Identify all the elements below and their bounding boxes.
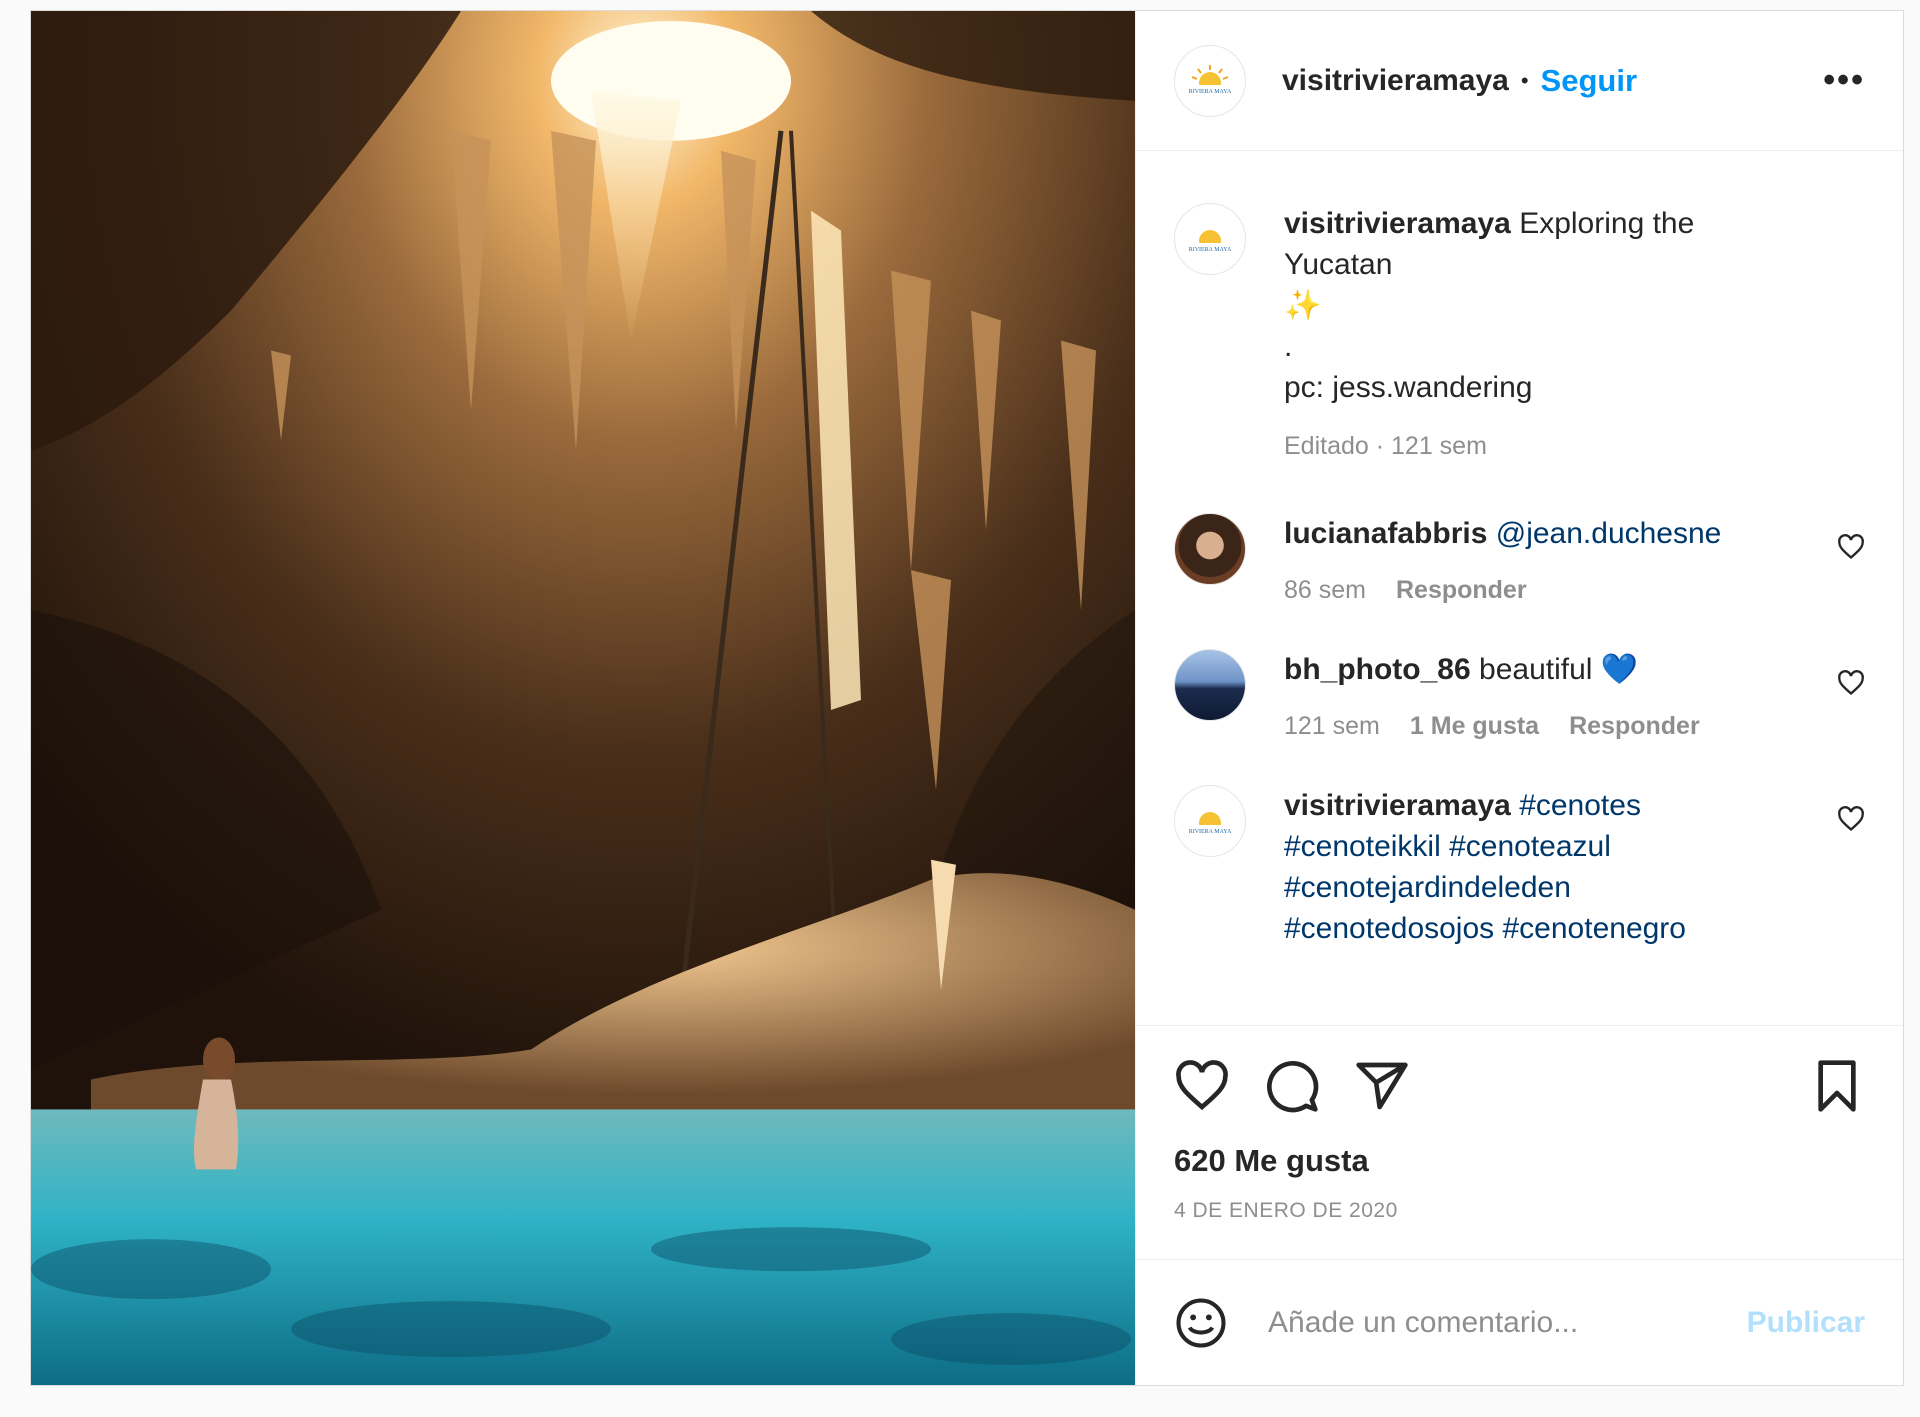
likes-count[interactable]: 620 Me gusta [1136,1143,1903,1179]
comment-body: visitrivieramaya #cenotes #cenoteikkil #… [1284,785,1865,949]
header-separator: • [1520,67,1529,93]
comment-meta: 86 sem Responder [1284,576,1805,605]
emoji-icon[interactable] [1174,1296,1228,1350]
add-comment-bar: Publicar [1136,1259,1903,1385]
comment-body: lucianafabbris @jean.duchesne 86 sem Res… [1284,513,1865,605]
bookmark-icon[interactable] [1809,1058,1865,1114]
hashtag[interactable]: #cenoteikkil #cenoteazul [1284,830,1611,863]
riviera-maya-logo-icon: RIVIERA MAYA [1186,230,1234,253]
logo-text: RIVIERA MAYA [1189,247,1232,253]
comment-time[interactable]: 86 sem [1284,576,1366,605]
comment-input[interactable] [1266,1304,1747,1341]
comment-username[interactable]: lucianafabbris [1284,517,1487,550]
reply-button[interactable]: Responder [1396,576,1527,605]
hashtag[interactable]: #cenotedosojos #cenotenegro [1284,912,1686,945]
comment-item: bh_photo_86 beautiful 💙 121 sem 1 Me gus… [1174,649,1865,741]
comment-username[interactable]: bh_photo_86 [1284,653,1471,686]
heart-icon[interactable] [1174,1058,1230,1114]
comment-body: bh_photo_86 beautiful 💙 121 sem 1 Me gus… [1284,649,1865,741]
edited-label: Editado [1284,432,1369,460]
comment-item: lucianafabbris @jean.duchesne 86 sem Res… [1174,513,1865,605]
publish-button[interactable]: Publicar [1747,1306,1865,1340]
follow-button[interactable]: Seguir [1541,63,1637,99]
more-options-icon[interactable]: ••• [1823,61,1865,100]
caption-credit: pc: jess.wandering [1284,371,1533,404]
caption-avatar[interactable]: RIVIERA MAYA [1174,203,1246,275]
logo-text: RIVIERA MAYA [1189,89,1232,95]
comment-meta: 121 sem 1 Me gusta Responder [1284,712,1805,741]
comment-text: visitrivieramaya #cenotes #cenoteikkil #… [1284,785,1805,949]
comments-list[interactable]: RIVIERA MAYA visitrivieramaya Exploring … [1136,151,1903,1025]
post-dialog: RIVIERA MAYA visitrivieramaya • Seguir •… [30,10,1904,1386]
caption-meta: Editado · 121 sem [1284,432,1487,460]
riviera-maya-logo-icon: RIVIERA MAYA [1186,64,1234,95]
post-date: 4 DE ENERO DE 2020 [1174,1199,1398,1222]
post-photo[interactable] [31,11,1135,1385]
hashtag[interactable]: #cenotejardindeleden [1284,871,1571,904]
comment-time[interactable]: 121 sem [1284,712,1380,741]
caption: RIVIERA MAYA visitrivieramaya Exploring … [1174,203,1865,461]
caption-dot: . [1284,330,1293,363]
riviera-maya-logo-icon: RIVIERA MAYA [1186,812,1234,835]
comment-icon[interactable] [1264,1058,1320,1114]
post-sidebar: RIVIERA MAYA visitrivieramaya • Seguir •… [1135,11,1903,1385]
cave-cenote-image [31,11,1135,1385]
account-avatar[interactable]: RIVIERA MAYA [1174,44,1246,117]
account-username[interactable]: visitrivieramaya [1282,64,1509,98]
share-icon[interactable] [1354,1058,1410,1114]
blue-heart-emoji: 💙 [1600,653,1639,686]
comment-like-heart-icon[interactable] [1837,805,1865,833]
comment-text: lucianafabbris @jean.duchesne [1284,513,1805,554]
commenter-avatar[interactable] [1174,513,1246,585]
hashtag[interactable]: #cenotes [1519,789,1641,822]
comment-likes[interactable]: 1 Me gusta [1410,712,1539,741]
post-header: RIVIERA MAYA visitrivieramaya • Seguir •… [1136,11,1903,151]
caption-text: visitrivieramaya Exploring the Yucatan ✨… [1284,203,1805,408]
comment-content: beautiful [1479,653,1593,686]
logo-text: RIVIERA MAYA [1189,829,1232,835]
commenter-avatar[interactable] [1174,649,1246,721]
reply-button[interactable]: Responder [1569,712,1700,741]
comment-text: bh_photo_86 beautiful 💙 [1284,649,1805,690]
caption-username[interactable]: visitrivieramaya [1284,207,1511,240]
caption-time[interactable]: 121 sem [1391,432,1487,460]
action-bar [1136,1025,1903,1145]
caption-body: visitrivieramaya Exploring the Yucatan ✨… [1284,203,1865,461]
comment-like-heart-icon[interactable] [1837,533,1865,561]
comment-item: RIVIERA MAYA visitrivieramaya #cenotes #… [1174,785,1865,949]
comment-mention[interactable]: @jean.duchesne [1496,517,1722,550]
sparkles-emoji: ✨ [1284,289,1322,322]
comment-username[interactable]: visitrivieramaya [1284,789,1511,822]
commenter-avatar[interactable]: RIVIERA MAYA [1174,785,1246,857]
comment-like-heart-icon[interactable] [1837,669,1865,697]
